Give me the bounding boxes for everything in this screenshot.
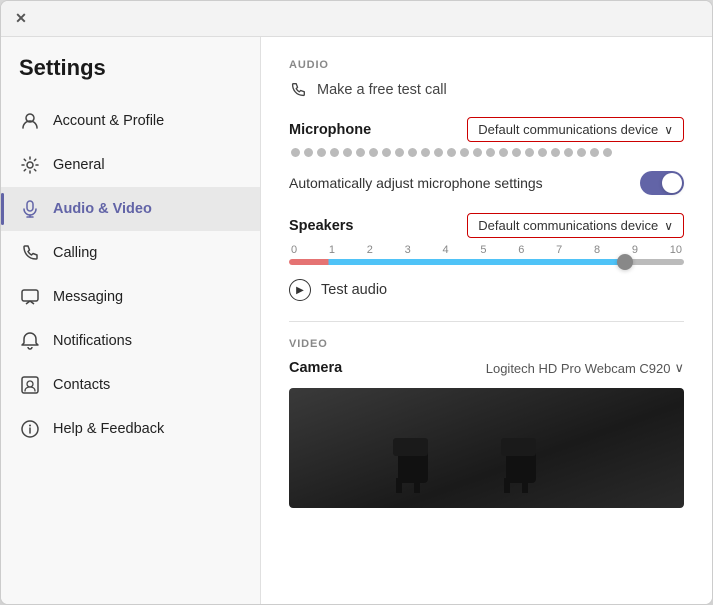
mic-dot-20 bbox=[538, 148, 547, 157]
settings-window: ✕ Settings Account & Profile bbox=[0, 0, 713, 605]
auto-adjust-toggle[interactable] bbox=[640, 171, 684, 195]
mic-dot-25 bbox=[603, 148, 612, 157]
phone-icon bbox=[19, 242, 41, 264]
mic-dot-18 bbox=[512, 148, 521, 157]
sidebar: Settings Account & Profile Ge bbox=[1, 37, 261, 604]
speaker-slider-thumb[interactable] bbox=[617, 254, 633, 270]
mic-dot-9 bbox=[395, 148, 404, 157]
speakers-dropdown[interactable]: Default communications device ∨ bbox=[467, 213, 684, 238]
camera-chevron-icon: ∨ bbox=[674, 360, 684, 376]
mic-dot-6 bbox=[356, 148, 365, 157]
sidebar-item-general-label: General bbox=[53, 157, 105, 173]
mic-dot-10 bbox=[408, 148, 417, 157]
sidebar-item-calling-label: Calling bbox=[53, 245, 97, 261]
mic-dot-8 bbox=[382, 148, 391, 157]
sidebar-item-calling[interactable]: Calling bbox=[1, 231, 260, 275]
mic-dot-15 bbox=[473, 148, 482, 157]
main-panel: AUDIO Make a free test call Microphone D… bbox=[261, 37, 712, 604]
play-icon: ▶ bbox=[289, 279, 311, 301]
sidebar-item-contacts-label: Contacts bbox=[53, 377, 110, 393]
bell-icon bbox=[19, 330, 41, 352]
mic-icon bbox=[19, 198, 41, 220]
person-icon bbox=[19, 110, 41, 132]
test-audio-row[interactable]: ▶ Test audio bbox=[289, 279, 684, 301]
mic-dot-21 bbox=[551, 148, 560, 157]
toggle-knob bbox=[662, 173, 682, 193]
content-area: Settings Account & Profile Ge bbox=[1, 37, 712, 604]
microphone-chevron-icon: ∨ bbox=[664, 123, 673, 137]
microphone-setting-row: Microphone Default communications device… bbox=[289, 117, 684, 142]
sidebar-item-audio-video[interactable]: Audio & Video bbox=[1, 187, 260, 231]
audio-section-label: AUDIO bbox=[289, 59, 684, 71]
sidebar-item-account-label: Account & Profile bbox=[53, 113, 164, 129]
sidebar-item-audio-video-label: Audio & Video bbox=[53, 201, 152, 217]
mic-dot-24 bbox=[590, 148, 599, 157]
sidebar-item-help[interactable]: Help & Feedback bbox=[1, 407, 260, 451]
test-audio-label: Test audio bbox=[321, 282, 387, 298]
sidebar-item-notifications-label: Notifications bbox=[53, 333, 132, 349]
sidebar-item-messaging-label: Messaging bbox=[53, 289, 123, 305]
mic-dot-19 bbox=[525, 148, 534, 157]
camera-preview-inner bbox=[289, 388, 684, 508]
camera-label: Camera bbox=[289, 360, 342, 376]
close-button[interactable]: ✕ bbox=[13, 11, 29, 27]
speakers-label: Speakers bbox=[289, 218, 399, 234]
sidebar-item-help-label: Help & Feedback bbox=[53, 421, 164, 437]
mic-dot-5 bbox=[343, 148, 352, 157]
mic-dot-22 bbox=[564, 148, 573, 157]
mic-dot-23 bbox=[577, 148, 586, 157]
mic-dot-3 bbox=[317, 148, 326, 157]
info-icon bbox=[19, 418, 41, 440]
sidebar-item-contacts[interactable]: Contacts bbox=[1, 363, 260, 407]
microphone-device-value: Default communications device bbox=[478, 122, 658, 137]
mic-dot-1 bbox=[291, 148, 300, 157]
camera-device-value: Logitech HD Pro Webcam C920 bbox=[486, 361, 671, 376]
microphone-label: Microphone bbox=[289, 122, 399, 138]
auto-adjust-row: Automatically adjust microphone settings bbox=[289, 171, 684, 195]
contacts-icon bbox=[19, 374, 41, 396]
mic-dot-17 bbox=[499, 148, 508, 157]
mic-dot-11 bbox=[421, 148, 430, 157]
test-call-label: Make a free test call bbox=[317, 82, 447, 98]
video-section-label: VIDEO bbox=[289, 321, 684, 350]
speakers-setting-row: Speakers Default communications device ∨ bbox=[289, 213, 684, 238]
mic-dot-4 bbox=[330, 148, 339, 157]
speakers-chevron-icon: ∨ bbox=[664, 219, 673, 233]
microphone-dropdown[interactable]: Default communications device ∨ bbox=[467, 117, 684, 142]
chair-right-silhouette bbox=[496, 418, 586, 498]
speaker-volume-slider[interactable]: 0 1 2 3 4 5 6 7 8 9 10 bbox=[289, 244, 684, 265]
speakers-device-value: Default communications device bbox=[478, 218, 658, 233]
mic-dot-12 bbox=[434, 148, 443, 157]
test-call-phone-icon bbox=[289, 81, 307, 99]
chair-left-silhouette bbox=[388, 418, 478, 498]
mic-dot-14 bbox=[460, 148, 469, 157]
sidebar-item-general[interactable]: General bbox=[1, 143, 260, 187]
sidebar-item-notifications[interactable]: Notifications bbox=[1, 319, 260, 363]
camera-row: Camera Logitech HD Pro Webcam C920 ∨ bbox=[289, 360, 684, 376]
camera-preview bbox=[289, 388, 684, 508]
gear-icon bbox=[19, 154, 41, 176]
titlebar: ✕ bbox=[1, 1, 712, 37]
mic-dot-7 bbox=[369, 148, 378, 157]
mic-dot-13 bbox=[447, 148, 456, 157]
speaker-slider-track[interactable] bbox=[289, 259, 684, 265]
microphone-level-indicator bbox=[289, 148, 684, 157]
sidebar-item-account[interactable]: Account & Profile bbox=[1, 99, 260, 143]
chat-icon bbox=[19, 286, 41, 308]
camera-dropdown[interactable]: Logitech HD Pro Webcam C920 ∨ bbox=[486, 360, 684, 376]
auto-adjust-label: Automatically adjust microphone settings bbox=[289, 175, 543, 191]
mic-dot-16 bbox=[486, 148, 495, 157]
mic-dot-2 bbox=[304, 148, 313, 157]
test-call-row[interactable]: Make a free test call bbox=[289, 81, 684, 99]
sidebar-title: Settings bbox=[1, 55, 260, 99]
sidebar-item-messaging[interactable]: Messaging bbox=[1, 275, 260, 319]
